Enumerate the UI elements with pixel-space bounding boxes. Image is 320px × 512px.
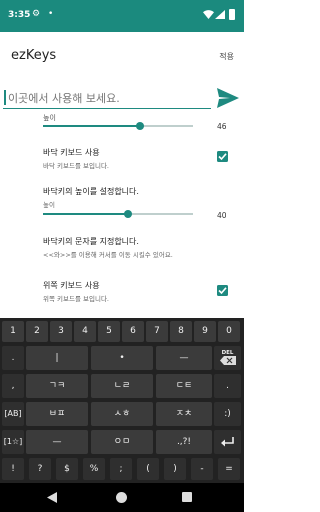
notification-dot-icon: • [48,9,54,19]
key-8[interactable]: 8 [170,321,192,342]
setting-height-label: 높이 [43,114,56,122]
key-exclaim[interactable]: ! [2,458,24,480]
key-semicolon[interactable]: ; [110,458,132,480]
key-mode-num[interactable]: [1☆] [2,430,24,454]
enter-icon [220,437,234,447]
signal-icon [215,10,225,19]
check-icon [218,153,227,161]
key-dash[interactable]: — [156,346,212,370]
key-dot[interactable]: • [91,346,153,370]
key-2[interactable]: 2 [26,321,48,342]
test-input-field[interactable] [3,89,211,109]
app-bar: ezKeys 적용 [0,32,244,78]
height-slider-thumb[interactable] [136,122,144,130]
top-keyboard-sub: 위쪽 키보드를 보입니다. [43,295,109,303]
key-mode-ab[interactable]: [AB] [2,402,24,426]
send-icon[interactable] [217,88,239,108]
test-input-row [0,78,244,118]
key-comma[interactable]: , [2,374,24,398]
key-9[interactable]: 9 [194,321,216,342]
key-jieut-chieut[interactable]: ㅈㅊ [156,402,212,426]
key-period[interactable]: . [2,346,24,370]
key-space[interactable]: — [26,430,88,454]
home-icon[interactable] [116,492,127,503]
navigation-bar [0,483,244,512]
recent-apps-icon[interactable] [182,492,192,502]
battery-icon [229,9,235,20]
backspace-icon [219,356,236,366]
key-7[interactable]: 7 [146,321,168,342]
key-1[interactable]: 1 [2,321,24,342]
bottom-key-height-value: 40 [217,211,227,220]
key-smiley[interactable]: :) [214,402,241,426]
bottom-key-slider-fill [43,213,128,215]
delete-key[interactable]: DEL [214,346,241,370]
bottom-keyboard-sub: 바닥 키보드를 보입니다. [43,162,109,170]
key-question[interactable]: ? [29,458,51,480]
top-keyboard-checkbox[interactable] [217,285,228,296]
key-punctuation[interactable]: .,?! [156,430,212,454]
apply-button[interactable]: 적용 [219,51,234,62]
bottom-key-chars-label[interactable]: 바닥키의 문자를 지정합니다. [43,236,139,247]
bottom-key-height-label: 바닥키의 높이를 설정합니다. [43,187,139,196]
status-time: 3:35 [8,10,31,20]
height-slider-fill [43,125,140,127]
enter-key[interactable] [214,430,241,454]
key-bar[interactable]: | [26,346,88,370]
key-3[interactable]: 3 [50,321,72,342]
app-title: ezKeys [11,48,57,63]
key-dollar[interactable]: $ [56,458,78,480]
key-0[interactable]: 0 [218,321,240,342]
bottom-keyboard-label: 바닥 키보드 사용 [43,148,100,157]
key-hyphen[interactable]: - [191,458,213,480]
key-ieung-mieum[interactable]: ㅇㅁ [91,430,153,454]
back-icon[interactable] [47,492,57,503]
key-5[interactable]: 5 [98,321,120,342]
key-percent[interactable]: % [83,458,105,480]
bottom-key-chars-sub: <<와>>를 이용해 커서를 이동 시킬수 있어요. [43,251,173,259]
key-siot-hieut[interactable]: ㅅㅎ [91,402,153,426]
bottom-key-slider-thumb[interactable] [124,210,132,218]
height-value: 46 [217,122,227,131]
key-period-2[interactable]: . [214,374,241,398]
text-cursor [4,90,6,105]
key-6[interactable]: 6 [122,321,144,342]
check-icon [218,287,227,295]
bottom-keyboard-checkbox[interactable] [217,151,228,162]
keyboard: 1 2 3 4 5 6 7 8 9 0 . | • — DEL , ㄱㅋ ㄴㄹ … [0,318,244,483]
bottom-key-height-sub: 높이 [43,201,55,209]
key-giyeok-kieuk[interactable]: ㄱㅋ [26,374,88,398]
key-nieun-rieul[interactable]: ㄴㄹ [91,374,153,398]
status-bar: 3:35 ⚙ • [0,0,244,32]
key-close-paren[interactable]: ) [164,458,186,480]
key-open-paren[interactable]: ( [137,458,159,480]
gear-icon: ⚙ [32,9,41,19]
key-equals[interactable]: = [218,458,240,480]
key-bieup-pieup[interactable]: ㅂㅍ [26,402,88,426]
top-keyboard-label: 위쪽 키보드 사용 [43,281,100,290]
key-4[interactable]: 4 [74,321,96,342]
wifi-icon [203,10,214,19]
key-digeut-tieut[interactable]: ㄷㅌ [156,374,212,398]
